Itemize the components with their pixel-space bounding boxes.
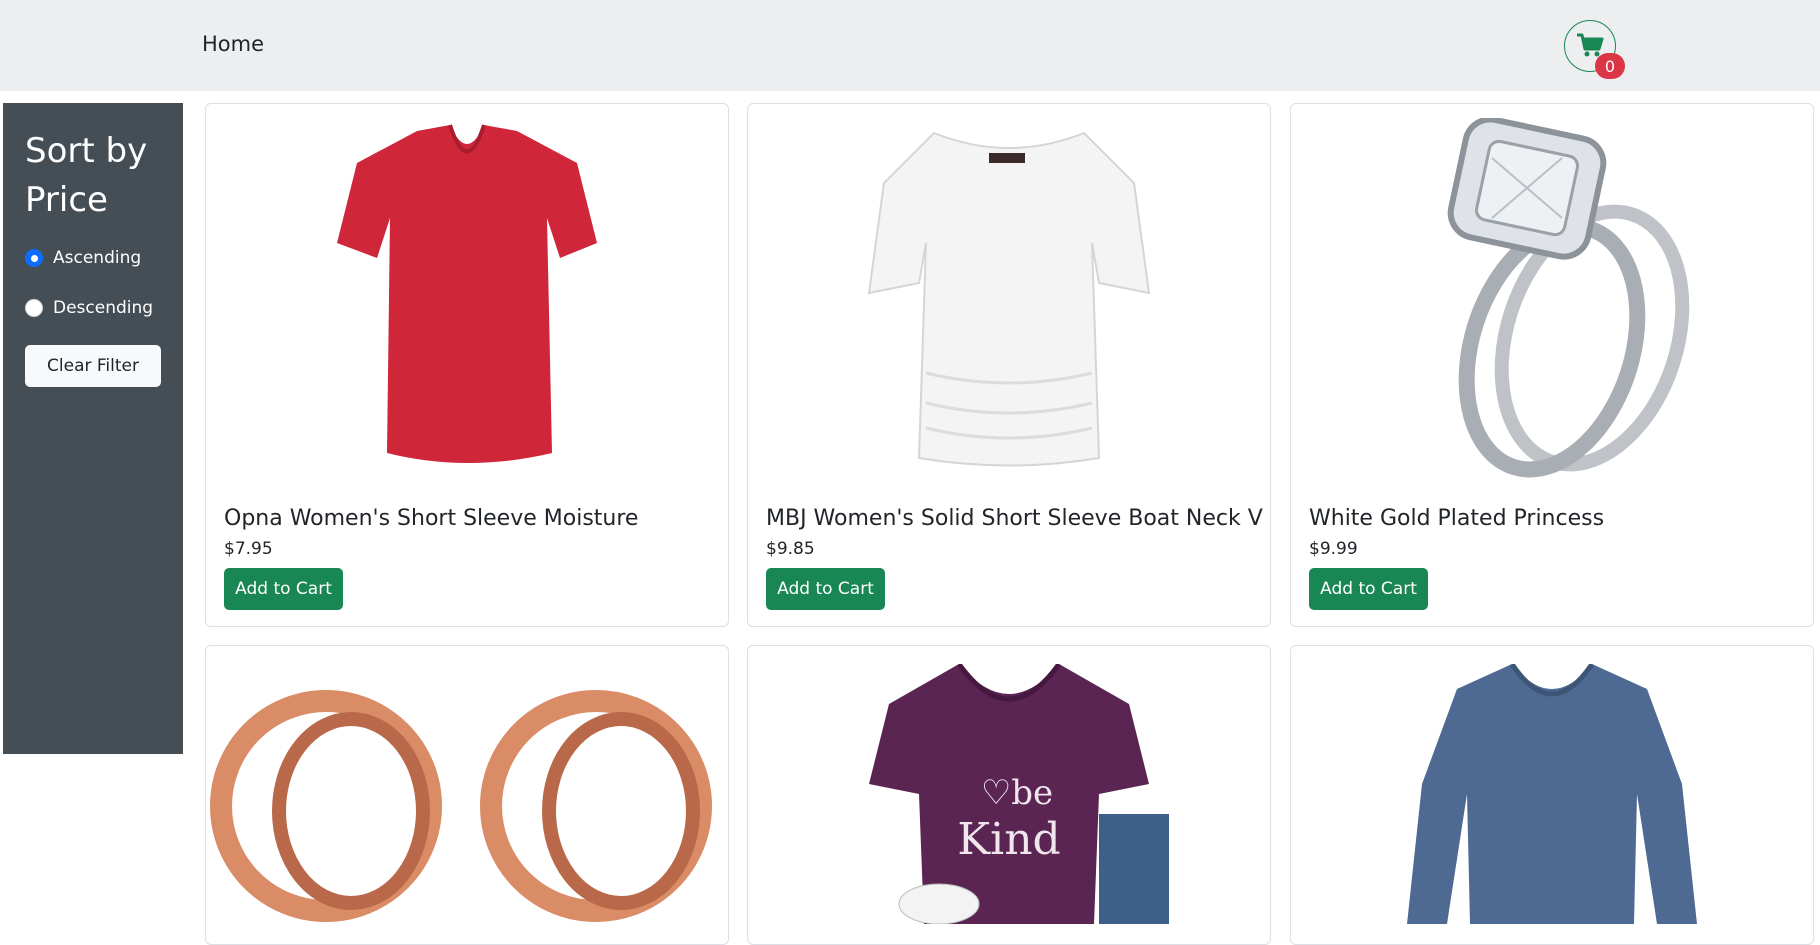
descending-label: Descending (53, 298, 154, 318)
product-image-red-tshirt (206, 118, 728, 478)
navbar: Home 0 (0, 0, 1820, 91)
ascending-label: Ascending (53, 248, 142, 268)
product-card: Opna Women's Short Sleeve Moisture $7.95… (205, 103, 729, 627)
product-card (205, 645, 729, 945)
product-card: White Gold Plated Princess $9.99 Add to … (1290, 103, 1814, 627)
product-card: ♡be Kind (747, 645, 1271, 945)
cart-count-badge: 0 (1595, 53, 1625, 79)
svg-text:♡be: ♡be (981, 773, 1053, 813)
product-title: MBJ Women's Solid Short Sleeve Boat Neck… (766, 506, 1263, 531)
product-image-white-top (748, 118, 1270, 478)
product-card: MBJ Women's Solid Short Sleeve Boat Neck… (747, 103, 1271, 627)
sort-descending-option[interactable]: Descending (25, 298, 153, 318)
clear-filter-button[interactable]: Clear Filter (25, 345, 161, 387)
product-image-purple-be-kind-tee: ♡be Kind (748, 664, 1270, 924)
product-price: $9.85 (766, 539, 815, 559)
sort-title: Sort by Price (25, 131, 148, 220)
product-price: $9.99 (1309, 539, 1358, 559)
home-link[interactable]: Home (202, 32, 264, 56)
product-image-blue-long-sleeve (1291, 664, 1813, 924)
product-title: Opna Women's Short Sleeve Moisture (224, 506, 639, 531)
add-to-cart-button[interactable]: Add to Cart (766, 568, 885, 610)
product-card (1290, 645, 1814, 945)
svg-text:Kind: Kind (957, 814, 1060, 865)
sort-ascending-option[interactable]: Ascending (25, 248, 141, 268)
add-to-cart-button[interactable]: Add to Cart (1309, 568, 1428, 610)
ascending-radio[interactable] (25, 249, 43, 267)
descending-radio[interactable] (25, 299, 43, 317)
add-to-cart-button[interactable]: Add to Cart (224, 568, 343, 610)
product-image-rose-gold-plugs (206, 686, 728, 926)
product-price: $7.95 (224, 539, 273, 559)
product-image-diamond-ring (1291, 118, 1813, 478)
sort-sidebar: Sort by Price Ascending Descending Clear… (3, 103, 183, 754)
product-title: White Gold Plated Princess (1309, 506, 1605, 531)
